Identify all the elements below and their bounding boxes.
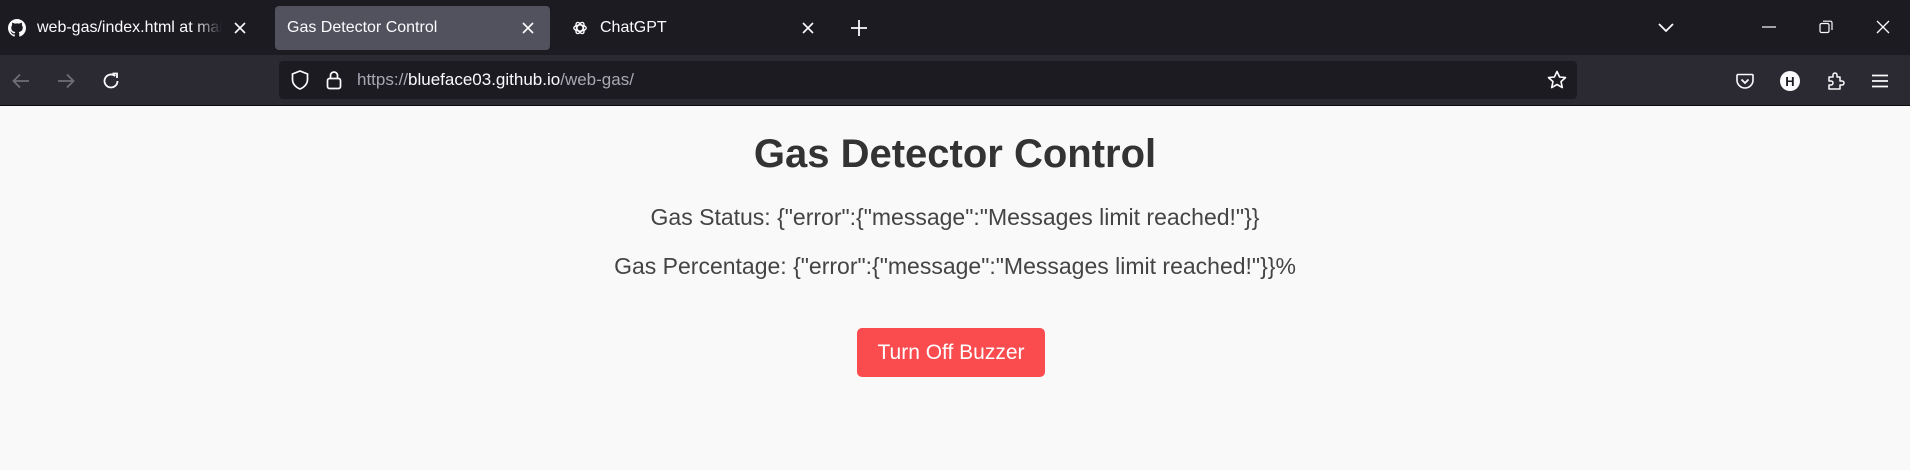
- close-icon: [1876, 20, 1890, 34]
- window-close-button[interactable]: [1865, 10, 1901, 44]
- list-all-tabs-button[interactable]: [1652, 14, 1680, 42]
- url-path: /web-gas/: [560, 70, 634, 89]
- minimize-icon: [1762, 26, 1776, 28]
- pocket-button[interactable]: [1730, 66, 1760, 96]
- tab-chatgpt[interactable]: ChatGPT: [566, 6, 828, 50]
- extension-h-button[interactable]: H: [1775, 66, 1805, 96]
- minimize-button[interactable]: [1751, 10, 1787, 44]
- url-scheme: https://: [357, 70, 409, 89]
- gas-status-text: Gas Status: {"error":{"message":"Message…: [650, 204, 1260, 230]
- back-button[interactable]: [5, 65, 37, 97]
- github-icon: [7, 18, 27, 38]
- lock-icon[interactable]: [323, 69, 345, 91]
- forward-icon: [58, 73, 75, 89]
- chatgpt-icon: [570, 18, 590, 38]
- chevron-down-icon: [1658, 23, 1674, 33]
- tab-title: ChatGPT: [600, 19, 667, 36]
- extensions-icon: [1828, 72, 1845, 90]
- tab-strip: web-gas/index.html at main · B Gas Detec…: [0, 0, 1910, 55]
- close-icon[interactable]: [516, 16, 540, 40]
- url-host: blueface03.github.io: [408, 70, 561, 89]
- shield-icon[interactable]: [289, 69, 311, 91]
- close-icon[interactable]: [796, 16, 820, 40]
- close-icon[interactable]: [228, 16, 252, 40]
- plus-icon: [851, 20, 867, 36]
- url-text[interactable]: https://blueface03.github.io/web-gas/: [357, 70, 634, 90]
- extensions-button[interactable]: [1821, 66, 1851, 96]
- page-content: Gas Detector Control Gas Status: {"error…: [0, 106, 1910, 470]
- restore-button[interactable]: [1808, 10, 1844, 44]
- address-bar[interactable]: https://blueface03.github.io/web-gas/: [279, 61, 1577, 99]
- extension-h-icon: H: [1780, 71, 1800, 91]
- restore-icon: [1819, 20, 1833, 34]
- tab-gas-detector-control[interactable]: Gas Detector Control: [275, 6, 550, 50]
- navigation-toolbar: https://blueface03.github.io/web-gas/ H: [0, 55, 1910, 106]
- menu-icon: [1872, 74, 1888, 88]
- new-tab-button[interactable]: [846, 15, 872, 41]
- tab-web-gas-github[interactable]: web-gas/index.html at main · B: [2, 6, 258, 50]
- reload-icon: [103, 72, 119, 89]
- reload-button[interactable]: [95, 65, 127, 97]
- gas-percentage-text: Gas Percentage: {"error":{"message":"Mes…: [614, 253, 1296, 279]
- tab-title: web-gas/index.html at main · B: [37, 19, 222, 36]
- star-icon[interactable]: [1546, 69, 1568, 91]
- app-menu-button[interactable]: [1865, 66, 1895, 96]
- back-icon: [12, 73, 29, 89]
- forward-button[interactable]: [50, 65, 82, 97]
- tab-title: Gas Detector Control: [287, 19, 438, 36]
- page-title: Gas Detector Control: [753, 132, 1157, 176]
- turn-off-buzzer-button[interactable]: Turn Off Buzzer: [857, 328, 1045, 377]
- pocket-icon: [1736, 73, 1754, 89]
